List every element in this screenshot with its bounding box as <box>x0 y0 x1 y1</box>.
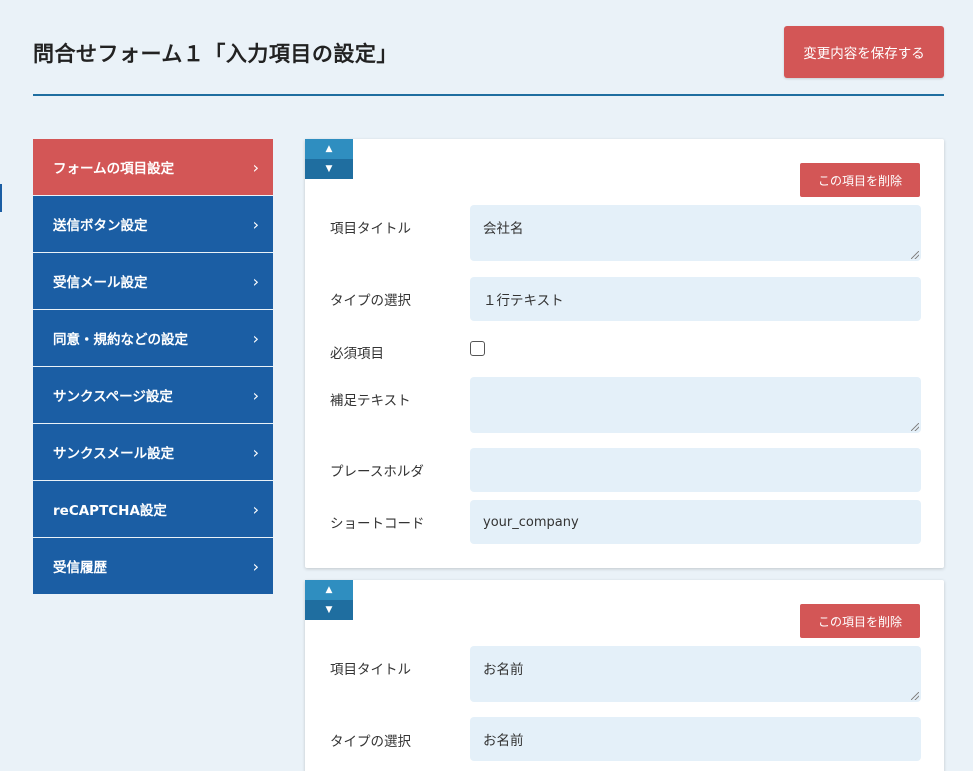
field-card: ▲ ▼ この項目を削除 項目タイトル お名前 タイプの選択 お名前 <box>305 580 944 771</box>
resize-handle-icon[interactable] <box>911 423 919 431</box>
shortcode-label: ショートコード <box>330 516 425 532</box>
field-title-textarea[interactable]: 会社名 <box>470 205 921 261</box>
chevron-right-icon: › <box>252 556 259 576</box>
sidebar-item-label: 送信ボタン設定 <box>53 218 148 234</box>
move-down-icon[interactable]: ▼ <box>305 159 353 179</box>
delete-field-button[interactable]: この項目を削除 <box>800 163 920 197</box>
required-label: 必須項目 <box>330 346 384 362</box>
chevron-right-icon: › <box>252 442 259 462</box>
resize-handle-icon[interactable] <box>911 251 919 259</box>
save-changes-button[interactable]: 変更内容を保存する <box>784 26 944 78</box>
sidebar-item-consent-terms[interactable]: 同意・規約などの設定 › <box>33 310 273 366</box>
reorder-controls: ▲ ▼ <box>305 139 353 179</box>
chevron-right-icon: › <box>252 385 259 405</box>
shortcode-value: your_company <box>483 514 579 530</box>
sidebar-item-thanks-mail[interactable]: サンクスメール設定 › <box>33 424 273 480</box>
supplement-textarea[interactable] <box>470 377 921 433</box>
sidebar-item-label: サンクスメール設定 <box>53 446 175 462</box>
chevron-right-icon: › <box>252 214 259 234</box>
move-down-icon[interactable]: ▼ <box>305 600 353 620</box>
sidebar: フォームの項目設定 › 送信ボタン設定 › 受信メール設定 › 同意・規約などの… <box>33 139 273 595</box>
field-type-label: タイプの選択 <box>330 293 411 309</box>
move-up-icon[interactable]: ▲ <box>305 580 353 600</box>
chevron-right-icon: › <box>252 328 259 348</box>
chevron-right-icon: › <box>252 271 259 291</box>
field-title-value: 会社名 <box>483 221 524 237</box>
shortcode-input[interactable]: your_company <box>470 500 921 544</box>
sidebar-item-label: 受信メール設定 <box>53 275 148 291</box>
sidebar-item-submit-button[interactable]: 送信ボタン設定 › <box>33 196 273 252</box>
field-type-value: １行テキスト <box>483 293 564 309</box>
field-type-select[interactable]: お名前 <box>470 717 921 761</box>
sidebar-item-label: 同意・規約などの設定 <box>53 332 188 348</box>
sidebar-item-label: 受信履歴 <box>53 560 107 576</box>
field-title-label: 項目タイトル <box>330 221 411 237</box>
sidebar-item-label: reCAPTCHA設定 <box>53 503 167 519</box>
move-up-icon[interactable]: ▲ <box>305 139 353 159</box>
sidebar-item-thanks-page[interactable]: サンクスページ設定 › <box>33 367 273 423</box>
field-type-value: お名前 <box>483 733 524 749</box>
chevron-right-icon: › <box>252 499 259 519</box>
field-card: ▲ ▼ この項目を削除 項目タイトル 会社名 タイプの選択 １行テキスト 必須項… <box>305 139 944 568</box>
sidebar-item-label: サンクスページ設定 <box>53 389 173 405</box>
field-title-textarea[interactable]: お名前 <box>470 646 921 702</box>
field-type-select[interactable]: １行テキスト <box>470 277 921 321</box>
field-title-value: お名前 <box>483 662 524 678</box>
edge-marker <box>0 184 2 212</box>
delete-field-button[interactable]: この項目を削除 <box>800 604 920 638</box>
sidebar-item-form-fields[interactable]: フォームの項目設定 › <box>33 139 273 195</box>
resize-handle-icon[interactable] <box>911 692 919 700</box>
field-type-label: タイプの選択 <box>330 734 411 750</box>
sidebar-item-label: フォームの項目設定 <box>53 161 175 177</box>
chevron-right-icon: › <box>252 157 259 177</box>
required-checkbox[interactable] <box>470 341 485 356</box>
supplement-label: 補足テキスト <box>330 393 411 409</box>
reorder-controls: ▲ ▼ <box>305 580 353 620</box>
sidebar-item-received-mail[interactable]: 受信メール設定 › <box>33 253 273 309</box>
sidebar-item-recaptcha[interactable]: reCAPTCHA設定 › <box>33 481 273 537</box>
page-header: 問合せフォーム１「入力項目の設定」 変更内容を保存する <box>33 26 944 96</box>
placeholder-label: プレースホルダ <box>330 464 424 480</box>
sidebar-item-history[interactable]: 受信履歴 › <box>33 538 273 594</box>
placeholder-input[interactable] <box>470 448 921 492</box>
field-title-label: 項目タイトル <box>330 662 411 678</box>
page-title: 問合せフォーム１「入力項目の設定」 <box>33 42 398 66</box>
